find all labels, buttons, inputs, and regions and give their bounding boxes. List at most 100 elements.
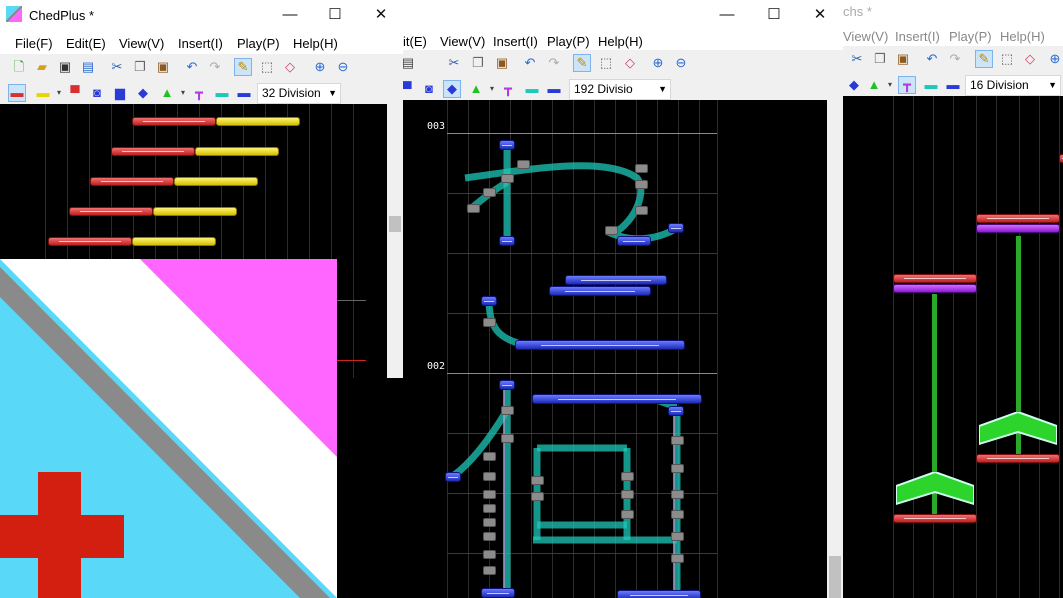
flick-note-icon[interactable]: ▀ (66, 84, 84, 102)
eraser-icon[interactable]: ◇ (1021, 50, 1039, 68)
minimize-icon[interactable]: — (717, 6, 737, 24)
slide-step[interactable] (621, 472, 634, 481)
undo-icon[interactable]: ↶ (923, 50, 941, 68)
extap-note[interactable] (153, 207, 237, 216)
score-canvas-right[interactable] (843, 96, 1063, 598)
menu-insert-middle[interactable]: Insert(I) (493, 34, 538, 49)
slide-step[interactable] (483, 452, 496, 461)
air-note[interactable] (893, 284, 977, 293)
zoom-out-icon[interactable]: ⊖ (334, 58, 352, 76)
slide-step-icon[interactable]: ▬ (213, 84, 231, 102)
slide-note[interactable] (499, 380, 515, 390)
slide-note[interactable] (668, 406, 684, 416)
slide-step[interactable] (483, 566, 496, 575)
menu-edit-middle[interactable]: it(E) (403, 34, 427, 49)
slide-step[interactable] (531, 476, 544, 485)
air-up-icon[interactable]: ▾ (881, 76, 899, 94)
redo-icon[interactable]: ↷ (206, 58, 224, 76)
slide-step[interactable] (671, 464, 684, 473)
slide-step[interactable] (671, 532, 684, 541)
slide-step[interactable] (483, 532, 496, 541)
tap-note[interactable] (893, 514, 977, 523)
redo-icon[interactable]: ↷ (545, 54, 563, 72)
slide-note[interactable] (668, 223, 684, 233)
slide-step[interactable] (501, 174, 514, 183)
slide-note-icon[interactable]: ◆ (443, 80, 461, 98)
slide-note[interactable] (565, 275, 667, 285)
select-icon[interactable]: ⬚ (998, 50, 1016, 68)
menu-help[interactable]: Help(H) (293, 36, 338, 51)
air-note[interactable] (976, 224, 1060, 233)
slide-step[interactable] (501, 434, 514, 443)
cut-icon[interactable]: ✂ (108, 58, 126, 76)
paste-icon[interactable]: ▣ (894, 50, 912, 68)
slide-note[interactable] (549, 286, 651, 296)
zoom-in-icon[interactable]: ⊕ (1046, 50, 1063, 68)
slide-step[interactable] (483, 188, 496, 197)
air-action-arrow[interactable] (979, 412, 1057, 446)
slide-step[interactable] (531, 492, 544, 501)
slide-step[interactable] (621, 490, 634, 499)
slide-note[interactable] (617, 236, 651, 246)
hold-note-icon[interactable]: ◙ (420, 80, 438, 98)
cut-icon[interactable]: ✂ (848, 50, 866, 68)
hold-note-icon[interactable]: ▆ (111, 84, 129, 102)
score-canvas-middle[interactable]: 003 002 (395, 100, 827, 598)
slide-step[interactable] (671, 510, 684, 519)
scrollbar-thumb[interactable] (389, 216, 401, 232)
vertical-scrollbar-middle[interactable] (827, 100, 843, 598)
select-icon[interactable]: ⬚ (597, 54, 615, 72)
zoom-out-icon[interactable]: ⊖ (672, 54, 690, 72)
export-icon[interactable]: ▤ (79, 58, 97, 76)
tap-note-icon[interactable]: ▬ (8, 84, 26, 102)
menu-help-right[interactable]: Help(H) (1000, 29, 1045, 44)
slide-note[interactable] (515, 340, 685, 350)
slide-step[interactable] (635, 180, 648, 189)
tap-note[interactable] (976, 454, 1060, 463)
extap-note-icon[interactable]: ▬ (944, 76, 962, 94)
pen-icon[interactable]: ✎ (975, 50, 993, 68)
slide-note[interactable] (499, 140, 515, 150)
extap-note-icon[interactable]: ▬ (545, 80, 563, 98)
slide-step[interactable] (483, 550, 496, 559)
slide-note-icon[interactable]: ◆ (134, 84, 152, 102)
slide-step[interactable] (483, 490, 496, 499)
hold-step-icon[interactable]: ┳ (499, 80, 517, 98)
close-icon[interactable]: ✕ (371, 6, 391, 24)
open-icon[interactable]: ▰ (33, 58, 51, 76)
extap-note[interactable] (132, 237, 216, 246)
menu-file[interactable]: File(F) (15, 36, 53, 51)
slide-step[interactable] (501, 406, 514, 415)
save-icon[interactable]: ▣ (56, 58, 74, 76)
tap-note[interactable] (90, 177, 174, 186)
undo-icon[interactable]: ↶ (183, 58, 201, 76)
slide-step-icon[interactable]: ▬ (523, 80, 541, 98)
extap-note[interactable] (216, 117, 300, 126)
menu-view-middle[interactable]: View(V) (440, 34, 485, 49)
eraser-icon[interactable]: ◇ (621, 54, 639, 72)
air-action-arrow[interactable] (896, 472, 974, 506)
division-select-left[interactable]: 32 Division ▼ (257, 83, 341, 104)
redo-icon[interactable]: ↷ (946, 50, 964, 68)
division-select-middle[interactable]: 192 Divisio ▼ (569, 79, 671, 100)
tap-note[interactable] (893, 274, 977, 283)
tap-note[interactable] (132, 117, 216, 126)
maximize-icon[interactable]: ☐ (325, 6, 345, 24)
slide-step[interactable] (671, 554, 684, 563)
menu-insert[interactable]: Insert(I) (178, 36, 223, 51)
menu-insert-right[interactable]: Insert(I) (895, 29, 940, 44)
eraser-icon[interactable]: ◇ (281, 58, 299, 76)
tap-note[interactable] (976, 214, 1060, 223)
slide-step[interactable] (671, 436, 684, 445)
slide-step[interactable] (671, 490, 684, 499)
tap-note[interactable] (48, 237, 132, 246)
maximize-icon[interactable]: ☐ (764, 6, 784, 24)
tap-note[interactable] (111, 147, 195, 156)
copy-icon[interactable]: ❐ (469, 54, 487, 72)
paste-icon[interactable]: ▣ (493, 54, 511, 72)
copy-icon[interactable]: ❐ (871, 50, 889, 68)
pen-icon[interactable]: ✎ (573, 54, 591, 72)
zoom-in-icon[interactable]: ⊕ (311, 58, 329, 76)
tap-note[interactable] (1059, 154, 1063, 163)
damage-note-icon[interactable]: ◙ (88, 84, 106, 102)
